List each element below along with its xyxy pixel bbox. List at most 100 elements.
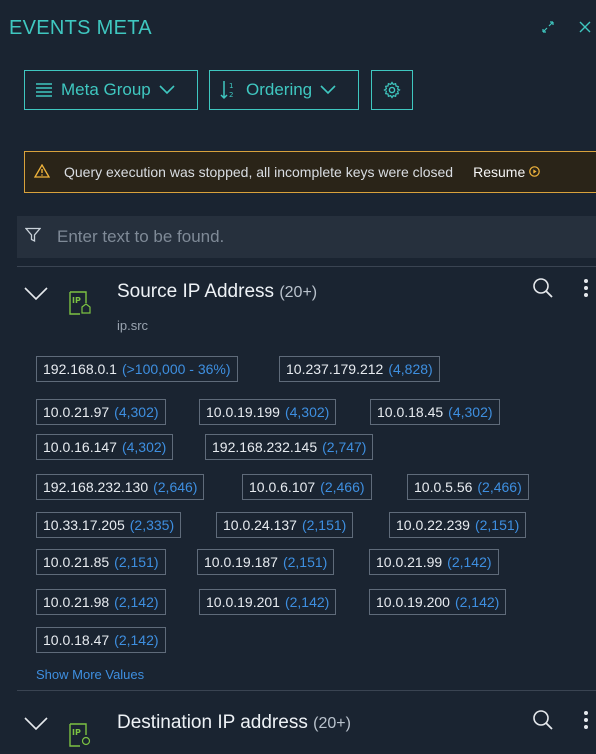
svg-text:IP: IP — [72, 728, 81, 737]
filter-icon — [24, 227, 42, 248]
chip-count: (2,142) — [454, 594, 500, 610]
value-chip[interactable]: 10.0.21.85 (2,151) — [36, 549, 166, 575]
value-chip[interactable]: 10.0.19.199 (4,302) — [199, 399, 337, 425]
search-icon[interactable] — [532, 709, 554, 736]
chevron-down-icon[interactable] — [24, 287, 48, 306]
chip-value: 10.0.21.97 — [43, 404, 110, 420]
sort-icon: 12 — [220, 80, 238, 100]
settings-button[interactable] — [371, 70, 413, 110]
value-chip[interactable]: 10.0.21.98 (2,142) — [36, 589, 166, 615]
section-title: Source IP Address (20+) — [117, 281, 317, 303]
chip-value: 10.0.6.107 — [249, 479, 316, 495]
chip-count: (2,466) — [477, 479, 522, 495]
meta-group-label: Meta Group — [61, 80, 151, 99]
section-header-destination-ip: IP Destination IP address (20+) — [0, 694, 596, 754]
meta-group-button[interactable]: Meta Group — [24, 70, 198, 110]
chip-count: (2,142) — [114, 632, 159, 648]
ordering-label: Ordering — [246, 80, 313, 99]
value-chip[interactable]: 192.168.232.130 (2,646) — [36, 474, 205, 500]
panel-title: EVENTS META — [9, 17, 152, 39]
events-meta-panel: EVENTS META Meta Group 12 Ordering Query… — [0, 0, 596, 751]
chip-value: 10.0.19.200 — [376, 594, 450, 610]
chip-value: 10.0.21.99 — [376, 554, 443, 570]
section-count: (20+) — [313, 715, 351, 732]
section-key: ip.src — [117, 318, 149, 333]
chip-value: 10.0.18.45 — [377, 404, 444, 420]
chip-count: (2,466) — [320, 479, 365, 495]
chip-count: (2,142) — [114, 594, 159, 610]
ip-source-icon: IP — [67, 290, 93, 321]
chip-count: (2,151) — [282, 554, 328, 570]
chip-value: 10.0.16.147 — [43, 439, 117, 455]
filter-input[interactable] — [55, 226, 559, 248]
value-chip[interactable]: 10.0.19.201 (2,142) — [199, 589, 337, 615]
warning-icon — [33, 163, 51, 181]
divider — [17, 266, 596, 267]
search-icon[interactable] — [532, 277, 554, 304]
gear-icon — [383, 81, 401, 99]
value-chip[interactable]: 10.0.21.99 (2,142) — [369, 549, 499, 575]
svg-text:2: 2 — [229, 91, 233, 99]
chip-count: (2,646) — [153, 479, 198, 495]
chip-count: (2,151) — [301, 517, 347, 533]
value-chip[interactable]: 10.0.5.56 (2,466) — [407, 474, 529, 500]
value-chip[interactable]: 10.237.179.212 (4,828) — [279, 356, 440, 382]
resume-button[interactable]: Resume — [473, 164, 541, 180]
more-options-icon[interactable] — [584, 279, 588, 300]
chip-value: 10.0.22.239 — [396, 517, 470, 533]
value-chip[interactable]: 10.0.16.147 (4,302) — [36, 434, 174, 460]
more-options-icon[interactable] — [584, 711, 588, 732]
value-chip[interactable]: 10.0.19.187 (2,151) — [197, 549, 335, 575]
value-chip[interactable]: 10.0.22.239 (2,151) — [389, 512, 527, 538]
chip-value: 10.0.21.85 — [43, 554, 110, 570]
section-header-source-ip: IP Source IP Address (20+) ip.src — [0, 270, 596, 333]
chevron-down-icon — [159, 85, 175, 95]
chip-value: 192.168.232.130 — [43, 479, 149, 495]
chip-count: (2,151) — [114, 554, 159, 570]
chip-value: 10.0.19.187 — [204, 554, 278, 570]
chip-count: (4,302) — [284, 404, 330, 420]
close-icon[interactable] — [578, 20, 592, 36]
ordering-button[interactable]: 12 Ordering — [209, 70, 359, 110]
chevron-down-icon — [320, 85, 336, 95]
chip-value: 10.0.19.199 — [206, 404, 280, 420]
chip-count: (4,302) — [448, 404, 493, 420]
chip-count: (2,142) — [284, 594, 330, 610]
value-chip[interactable]: 10.0.6.107 (2,466) — [242, 474, 372, 500]
value-chip[interactable]: 10.0.24.137 (2,151) — [216, 512, 354, 538]
chip-count: (4,302) — [114, 404, 159, 420]
chip-count: (>100,000 - 36%) — [121, 361, 231, 377]
panel-header: EVENTS META — [0, 0, 596, 48]
chip-value: 10.0.5.56 — [414, 479, 473, 495]
chip-value: 10.0.24.137 — [223, 517, 297, 533]
chip-value: 10.0.19.201 — [206, 594, 280, 610]
value-chip[interactable]: 192.168.0.1 (>100,000 - 36%) — [36, 356, 238, 382]
list-icon — [35, 82, 53, 98]
value-chip[interactable]: 10.33.17.205 (2,335) — [36, 512, 182, 538]
chip-value: 10.237.179.212 — [286, 361, 384, 377]
chip-count: (4,302) — [121, 439, 167, 455]
resume-label: Resume — [473, 164, 526, 180]
section-title-text: Source IP Address — [117, 281, 275, 302]
section-title: Destination IP address (20+) — [117, 712, 351, 734]
value-chip[interactable]: 10.0.18.45 (4,302) — [370, 399, 500, 425]
value-chip[interactable]: 10.0.18.47 (2,142) — [36, 627, 166, 653]
chip-value: 192.168.232.145 — [212, 439, 318, 455]
value-chip[interactable]: 192.168.232.145 (2,747) — [205, 434, 374, 460]
svg-text:IP: IP — [72, 296, 81, 305]
chip-value: 192.168.0.1 — [43, 361, 117, 377]
expand-icon[interactable] — [541, 20, 555, 36]
chip-value: 10.33.17.205 — [43, 517, 125, 533]
chip-count: (4,828) — [388, 361, 433, 377]
chip-count: (2,151) — [474, 517, 520, 533]
section-count: (20+) — [279, 284, 318, 301]
chip-count: (2,747) — [322, 439, 367, 455]
value-chip[interactable]: 10.0.21.97 (4,302) — [36, 399, 166, 425]
chevron-down-icon[interactable] — [24, 717, 48, 736]
value-chip[interactable]: 10.0.19.200 (2,142) — [369, 589, 507, 615]
chip-count: (2,142) — [447, 554, 492, 570]
play-circle-icon — [529, 164, 541, 180]
show-more-values-link[interactable]: Show More Values — [36, 667, 144, 682]
divider — [17, 690, 596, 691]
section-title-text: Destination IP address — [117, 712, 308, 733]
